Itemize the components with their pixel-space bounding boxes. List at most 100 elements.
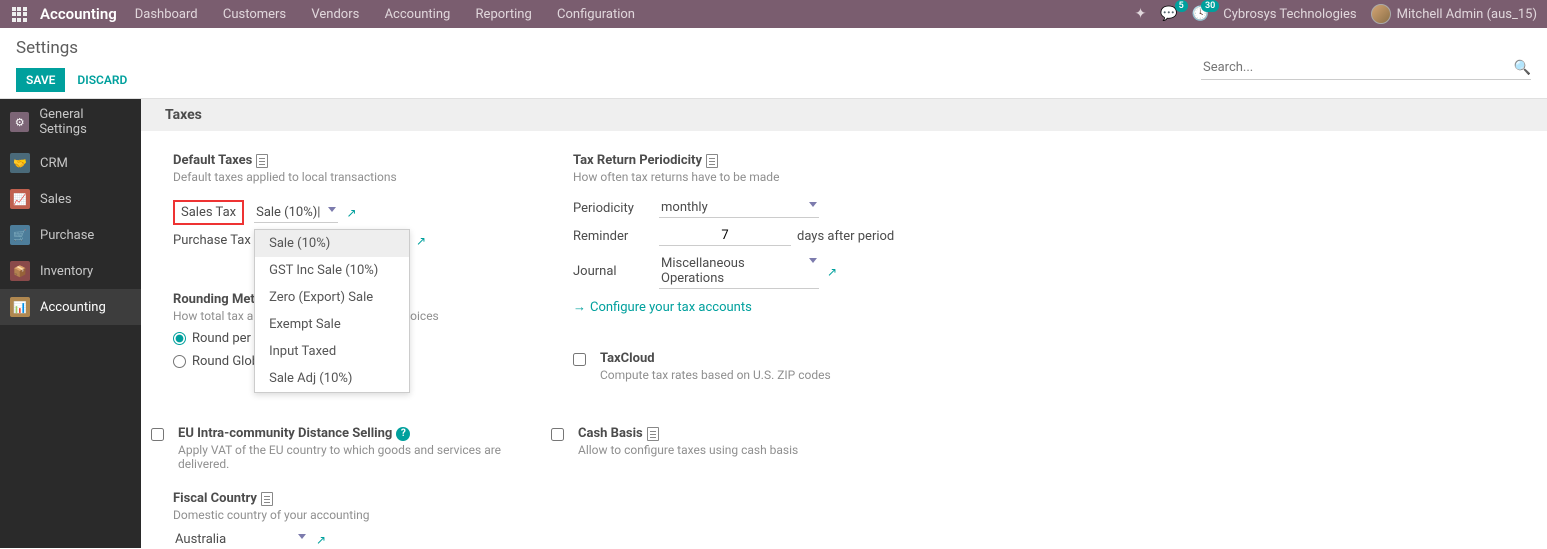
external-link-icon[interactable]: ↗ (316, 533, 326, 547)
menu-accounting[interactable]: Accounting (385, 7, 451, 22)
config-link-text: Configure your tax accounts (590, 300, 752, 315)
sales-tax-select[interactable]: Sale (10%)| (254, 203, 338, 223)
topbar: Accounting Dashboard Customers Vendors A… (0, 0, 1547, 28)
doc-icon[interactable] (256, 154, 268, 168)
sidebar-item-crm[interactable]: 🤝 CRM (0, 145, 141, 181)
arrow-right-icon: → (573, 299, 586, 315)
reminder-after-text: days after period (797, 229, 894, 244)
sidebar-item-purchase[interactable]: 🛒 Purchase (0, 217, 141, 253)
sidebar-item-inventory[interactable]: 📦 Inventory (0, 253, 141, 289)
sales-tax-dropdown: Sale (10%) GST Inc Sale (10%) Zero (Expo… (254, 229, 410, 393)
block-desc: Allow to configure taxes using cash basi… (578, 443, 798, 457)
block-desc: How often tax returns have to be made (573, 170, 953, 184)
dropdown-option[interactable]: Sale (10%) (255, 230, 409, 257)
section-header-taxes: Taxes (141, 99, 1547, 131)
journal-select[interactable]: Miscellaneous Operations (659, 254, 819, 289)
doc-icon[interactable] (706, 154, 718, 168)
configure-tax-accounts-link[interactable]: → Configure your tax accounts (573, 299, 953, 315)
discard-button[interactable]: DISCARD (77, 73, 127, 87)
external-link-icon[interactable]: ↗ (827, 265, 837, 279)
chevron-down-icon (809, 258, 817, 263)
search-icon[interactable]: 🔍 (1514, 60, 1531, 76)
fiscal-country-select[interactable]: Australia (173, 530, 308, 548)
doc-icon[interactable] (647, 427, 659, 441)
external-link-icon[interactable]: ↗ (346, 206, 356, 220)
doc-icon[interactable] (261, 492, 273, 506)
settings-sidebar: ⚙General Settings 🤝CRM 📈Sales 🛒Purchase … (0, 99, 141, 548)
control-panel: Settings SAVE DISCARD 🔍 (0, 28, 1547, 99)
external-link-icon[interactable]: ↗ (416, 234, 426, 248)
company-switcher[interactable]: Cybrosys Technologies (1223, 7, 1356, 22)
eu-distance-block: EU Intra-community Distance Selling? App… (151, 416, 553, 481)
taxcloud-checkbox[interactable] (573, 353, 586, 366)
dropdown-option[interactable]: Sale Adj (10%) (255, 365, 409, 392)
sidebar-item-accounting[interactable]: 📊 Accounting (0, 289, 141, 325)
eu-distance-checkbox[interactable] (151, 428, 164, 441)
block-desc: Compute tax rates based on U.S. ZIP code… (600, 368, 831, 382)
top-menu: Dashboard Customers Vendors Accounting R… (135, 7, 657, 22)
fiscal-country-block: Fiscal Country Domestic country of your … (173, 481, 553, 548)
cash-basis-checkbox[interactable] (551, 428, 564, 441)
menu-customers[interactable]: Customers (223, 7, 286, 22)
search-input[interactable] (1201, 56, 1514, 79)
gear-icon: ⚙ (10, 112, 29, 132)
dropdown-option[interactable]: Input Taxed (255, 338, 409, 365)
block-title-text: EU Intra-community Distance Selling (178, 426, 392, 441)
settings-content: Taxes Default Taxes Default taxes applie… (141, 99, 1547, 548)
block-desc: How total tax am (173, 309, 264, 323)
messaging-badge: 5 (1175, 0, 1188, 12)
sidebar-item-general-settings[interactable]: ⚙ General Settings (0, 99, 141, 145)
activities-icon[interactable]: 🕓30 (1192, 6, 1209, 22)
menu-configuration[interactable]: Configuration (557, 7, 635, 22)
default-taxes-block: Default Taxes Default taxes applied to l… (173, 143, 553, 252)
sales-tax-value: Sale (10%) (256, 205, 317, 220)
sales-tax-label: Sales Tax (173, 200, 244, 225)
messaging-icon[interactable]: 💬5 (1160, 6, 1177, 22)
block-desc: Default taxes applied to local transacti… (173, 170, 553, 184)
sidebar-item-label: General Settings (39, 107, 131, 137)
chevron-down-icon (328, 207, 336, 212)
menu-vendors[interactable]: Vendors (311, 7, 359, 22)
block-desc: Domestic country of your accounting (173, 508, 553, 522)
sidebar-item-label: Purchase (40, 228, 94, 243)
user-name: Mitchell Admin (aus_15) (1397, 7, 1537, 22)
reminder-input[interactable] (659, 226, 791, 246)
app-brand[interactable]: Accounting (40, 5, 117, 23)
search-box[interactable]: 🔍 (1201, 56, 1531, 80)
sidebar-item-label: CRM (40, 156, 68, 171)
journal-value: Miscellaneous Operations (661, 256, 745, 286)
ledger-icon: 📊 (10, 297, 30, 317)
round-globally-radio[interactable] (173, 355, 186, 368)
block-title-text: Default Taxes (173, 153, 252, 168)
menu-dashboard[interactable]: Dashboard (135, 7, 198, 22)
menu-reporting[interactable]: Reporting (476, 7, 532, 22)
box-icon: 📦 (10, 261, 30, 281)
sidebar-item-sales[interactable]: 📈Sales (0, 181, 141, 217)
periodicity-value: monthly (661, 200, 708, 215)
round-per-line-radio[interactable] (173, 332, 186, 345)
block-desc: Apply VAT of the EU country to which goo… (178, 443, 553, 471)
fiscal-country-value: Australia (175, 532, 226, 547)
taxcloud-block: TaxCloud Compute tax rates based on U.S.… (573, 341, 953, 392)
dropdown-option[interactable]: Exempt Sale (255, 311, 409, 338)
sidebar-item-label: Sales (40, 192, 72, 207)
block-title-text: Cash Basis (578, 426, 643, 441)
page-title: Settings (16, 38, 1201, 58)
block-title-text: TaxCloud (600, 351, 655, 366)
user-menu[interactable]: Mitchell Admin (aus_15) (1371, 4, 1537, 24)
debug-icon[interactable]: ✦ (1135, 6, 1147, 22)
periodicity-select[interactable]: monthly (659, 198, 819, 218)
cart-icon: 🛒 (10, 225, 30, 245)
help-icon[interactable]: ? (396, 427, 410, 441)
journal-label: Journal (573, 264, 653, 279)
block-title-text: Tax Return Periodicity (573, 153, 702, 168)
handshake-icon: 🤝 (10, 153, 30, 173)
dropdown-option[interactable]: Zero (Export) Sale (255, 284, 409, 311)
avatar (1371, 4, 1391, 24)
save-button[interactable]: SAVE (16, 68, 65, 92)
apps-icon[interactable] (10, 5, 28, 23)
sidebar-item-label: Accounting (40, 300, 106, 315)
sidebar-item-label: Inventory (40, 264, 93, 279)
dropdown-option[interactable]: GST Inc Sale (10%) (255, 257, 409, 284)
purchase-tax-label: Purchase Tax (173, 233, 253, 248)
